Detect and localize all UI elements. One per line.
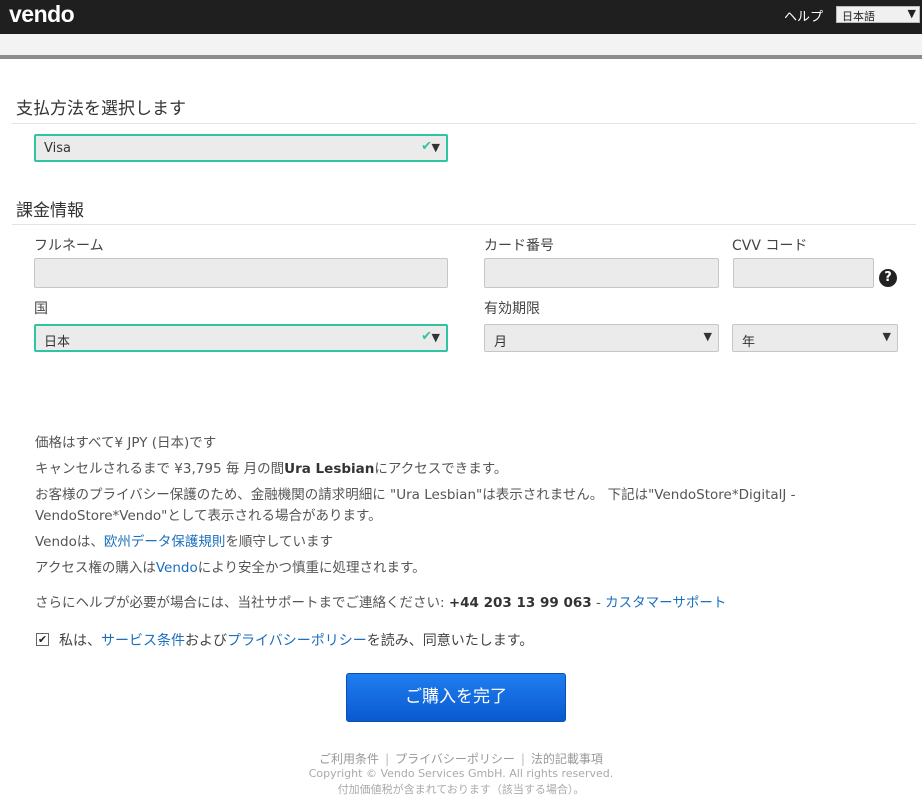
vendo-logo: vendo: [9, 1, 75, 27]
support-phone: +44 203 13 99 063: [448, 595, 592, 611]
agree-prefix: 私は、: [59, 633, 101, 649]
cvv-input[interactable]: [733, 258, 874, 288]
tax-note: 付加価値税が含まれております（該当する場合）。: [337, 783, 585, 796]
copyright: Copyright © Vendo Services GmbH. All rig…: [308, 767, 614, 780]
footer-separator: |: [385, 752, 390, 766]
support-prefix: さらにヘルプが必要が場合には、当社サポートまでご連絡ください:: [35, 595, 449, 611]
privacy-policy-link[interactable]: プライバシーポリシー: [227, 633, 367, 649]
card-number-input[interactable]: [484, 258, 719, 288]
fullname-input[interactable]: [34, 258, 448, 288]
header-band: [0, 34, 922, 55]
section-divider: [12, 123, 916, 124]
check-icon: ✔: [421, 329, 432, 344]
vendo-link[interactable]: Vendo: [156, 560, 198, 576]
fullname-label: フルネーム: [34, 238, 104, 254]
payment-method-select[interactable]: Visa ✔ ▼: [34, 134, 448, 162]
question-circle-icon[interactable]: ?: [879, 269, 897, 287]
expiry-year-value: 年: [742, 335, 756, 350]
country-select[interactable]: 日本 ✔ ▼: [34, 324, 448, 352]
language-selected-value: 日本語: [842, 10, 875, 23]
access-prefix: キャンセルされるまで ¥3,795 毎 月の間: [35, 461, 285, 477]
footer-legal-link[interactable]: 法的記載事項: [531, 752, 603, 766]
footer-terms-link[interactable]: ご利用条件: [319, 752, 379, 766]
gdpr-prefix: Vendoは、: [35, 534, 104, 550]
agree-checkbox[interactable]: ✔: [36, 633, 49, 646]
section-divider: [12, 224, 916, 225]
footer-links: ご利用条件 | プライバシーポリシー | 法的記載事項: [0, 750, 922, 767]
secure-suffix: により安全かつ慎重に処理されます。: [197, 560, 426, 576]
access-suffix: にアクセスできます。: [374, 461, 508, 477]
cvv-label: CVV コード: [732, 238, 808, 254]
chevron-down-icon: ▼: [703, 330, 712, 343]
gdpr-note: Vendoは、欧州データ保護規則を順守しています: [35, 530, 333, 550]
card-number-label: カード番号: [484, 238, 554, 254]
access-note: キャンセルされるまで ¥3,795 毎 月の間Ura Lesbianにアクセスで…: [35, 457, 507, 477]
payment-method-title: 支払方法を選択します: [16, 99, 186, 119]
top-bar: vendo ヘルプ 日本語 ▼: [0, 0, 922, 34]
expiry-month-value: 月: [494, 335, 508, 350]
chevron-down-icon: ▼: [431, 141, 440, 154]
country-value: 日本: [44, 335, 71, 350]
country-label: 国: [34, 301, 48, 317]
chevron-down-icon: ▼: [907, 7, 916, 20]
secure-note: アクセス権の購入はVendoにより安全かつ慎重に処理されます。: [35, 556, 426, 576]
customer-support-link[interactable]: カスタマーサポート: [605, 595, 726, 611]
agree-and: および: [185, 633, 227, 649]
payment-method-value: Visa: [44, 141, 71, 156]
support-dash: -: [591, 595, 606, 611]
agreement-text: 私は、サービス条件およびプライバシーポリシーを読み、同意いたします。: [59, 630, 533, 650]
footer-separator: |: [520, 752, 525, 766]
gdpr-suffix: を順守しています: [225, 534, 333, 550]
prices-note: 価格はすべて¥ JPY (日本)です: [35, 435, 217, 451]
expiry-label: 有効期限: [484, 301, 540, 317]
chevron-down-icon: ▼: [882, 330, 891, 343]
privacy-note-line2: VendoStore*Vendo"として表示される場合があります。: [35, 508, 382, 524]
header-divider: [0, 55, 922, 59]
check-icon: ✔: [421, 139, 432, 154]
terms-link[interactable]: サービス条件: [101, 633, 185, 649]
gdpr-link[interactable]: 欧州データ保護規則: [104, 534, 226, 550]
agree-suffix: を読み、同意いたします。: [366, 633, 534, 649]
help-link[interactable]: ヘルプ: [784, 6, 823, 25]
expiry-month-select[interactable]: 月 ▼: [484, 324, 719, 352]
billing-info-title: 課金情報: [16, 201, 84, 221]
language-select[interactable]: 日本語 ▼: [836, 6, 920, 23]
privacy-note-line1: お客様のプライバシー保護のため、金融機関の請求明細に "Ura Lesbian"…: [35, 487, 796, 503]
complete-purchase-button[interactable]: ご購入を完了: [346, 673, 566, 722]
secure-prefix: アクセス権の購入は: [35, 560, 156, 576]
support-note: さらにヘルプが必要が場合には、当社サポートまでご連絡ください: +44 203 …: [35, 591, 726, 611]
footer-privacy-link[interactable]: プライバシーポリシー: [395, 752, 515, 766]
chevron-down-icon: ▼: [431, 331, 440, 344]
expiry-year-select[interactable]: 年 ▼: [732, 324, 898, 352]
site-name: Ura Lesbian: [284, 461, 375, 477]
